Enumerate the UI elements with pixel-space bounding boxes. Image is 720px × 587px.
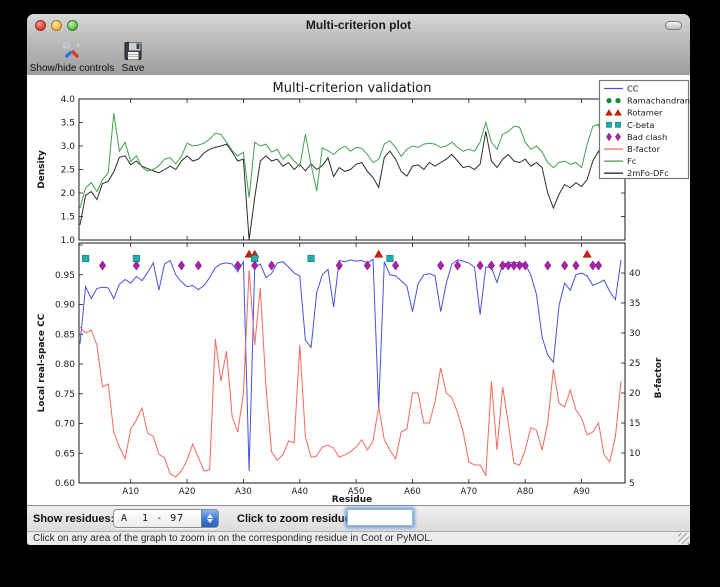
svg-text:0.60: 0.60 (55, 479, 75, 489)
c-beta-marker (308, 255, 315, 262)
ramachandran-marker (615, 98, 620, 103)
controls-bar: Show residues: A 1 - 97 Click to zoom re… (27, 505, 690, 531)
svg-text:0.95: 0.95 (55, 271, 75, 281)
resize-grip[interactable] (678, 533, 689, 544)
cc-axis-label: Local real-space CC (37, 313, 47, 412)
save-button[interactable]: Save (117, 38, 149, 74)
svg-text:2.0: 2.0 (61, 189, 76, 199)
svg-text:A30: A30 (235, 487, 252, 497)
c-beta-marker (387, 255, 394, 262)
status-text: Click on any area of the graph to zoom i… (33, 533, 433, 544)
window-title: Multi-criterion plot (27, 18, 690, 32)
svg-text:A60: A60 (404, 487, 421, 497)
window-chrome: Multi-criterion plot Sh (27, 14, 690, 76)
zoom-residue-label: Click to zoom residue: (237, 513, 354, 525)
svg-text:0.85: 0.85 (55, 330, 75, 340)
svg-text:15: 15 (629, 419, 640, 429)
figure-title: Multi-criterion validation (273, 81, 432, 96)
svg-text:0.65: 0.65 (55, 449, 75, 459)
chain-range-value: A 1 - 97 (114, 513, 201, 524)
c-beta-marker (82, 255, 89, 262)
bfactor-axis-label: B-factor (654, 357, 664, 398)
chain-range-select[interactable]: A 1 - 97 (113, 509, 219, 528)
zoom-residue-input[interactable] (347, 509, 413, 526)
svg-text:A20: A20 (179, 487, 196, 497)
svg-text:40: 40 (629, 269, 641, 279)
toolbar-toggle-pill-button[interactable] (665, 21, 682, 30)
validation-plot[interactable]: Multi-criterion validation Density Local r… (27, 75, 690, 505)
legend-label-2mfo-dfc: 2mFo-DFc (627, 168, 669, 178)
tools-icon (59, 38, 85, 63)
svg-text:A10: A10 (122, 487, 139, 497)
show-residues-label: Show residues: (33, 513, 114, 525)
svg-text:A40: A40 (291, 487, 308, 497)
svg-text:A90: A90 (573, 487, 590, 497)
legend-label-rotamer: Rotamer (627, 108, 663, 118)
legend-label-b-factor: B-factor (627, 144, 661, 154)
svg-text:3.5: 3.5 (61, 119, 75, 129)
legend-label-bad-clash: Bad clash (627, 132, 667, 142)
svg-text:25: 25 (629, 359, 640, 369)
svg-text:1.5: 1.5 (61, 213, 75, 223)
floppy-save-icon (122, 38, 144, 63)
ramachandran-marker (606, 98, 611, 103)
app-window: Multi-criterion plot Sh (27, 14, 690, 545)
density-axis-label: Density (37, 150, 47, 189)
svg-text:5: 5 (629, 479, 635, 489)
svg-text:A80: A80 (517, 487, 534, 497)
legend-label-cc: CC (627, 84, 639, 94)
desktop-background: { "window": { "title": "Multi-criterion … (0, 0, 720, 587)
c-beta-marker (606, 122, 611, 127)
svg-text:1.0: 1.0 (61, 236, 76, 246)
save-label: Save (122, 63, 145, 74)
status-bar: Click on any area of the graph to zoom i… (27, 531, 690, 545)
svg-text:A70: A70 (461, 487, 478, 497)
svg-text:3.0: 3.0 (61, 142, 76, 152)
svg-text:10: 10 (629, 449, 641, 459)
svg-text:0.90: 0.90 (55, 301, 75, 311)
c-beta-marker (615, 122, 620, 127)
title-bar[interactable]: Multi-criterion plot (27, 14, 690, 36)
show-hide-controls-label: Show/hide controls (30, 63, 115, 74)
svg-text:0.75: 0.75 (55, 390, 75, 400)
legend-label-fc: Fc (627, 156, 637, 166)
legend-label-ramachandran: Ramachandran (627, 96, 690, 106)
svg-text:0.80: 0.80 (55, 360, 75, 370)
show-hide-controls-button[interactable]: Show/hide controls (27, 38, 117, 74)
svg-text:30: 30 (629, 329, 641, 339)
svg-text:A50: A50 (348, 487, 365, 497)
svg-text:20: 20 (629, 389, 641, 399)
svg-text:0.70: 0.70 (55, 420, 75, 430)
select-stepper-icon[interactable] (201, 510, 218, 527)
svg-text:2.5: 2.5 (61, 166, 75, 176)
svg-text:4.0: 4.0 (61, 95, 76, 105)
legend-label-c-beta: C-beta (627, 120, 655, 130)
svg-text:35: 35 (629, 299, 640, 309)
